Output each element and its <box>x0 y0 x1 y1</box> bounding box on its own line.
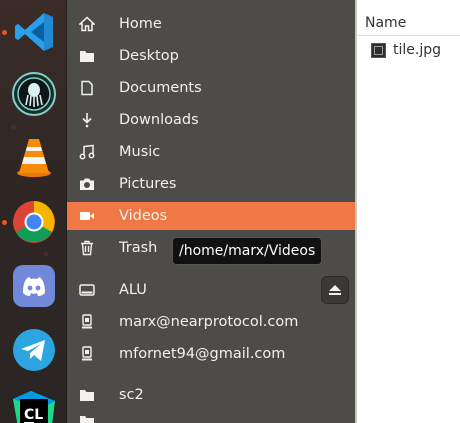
sidebar-item-partial <box>67 413 355 423</box>
sidebar-item-account-near[interactable]: marx@nearprotocol.com <box>67 308 355 336</box>
camera-icon <box>79 176 95 192</box>
sidebar-item-account-gmail[interactable]: mfornet94@gmail.com <box>67 340 355 368</box>
sidebar-item-music[interactable]: Music <box>67 138 355 166</box>
dock-item-gitkraken[interactable] <box>0 62 67 126</box>
sidebar-item-label: Desktop <box>119 48 179 64</box>
video-icon <box>79 208 95 224</box>
account-icon <box>79 314 95 330</box>
file-list-view: Name tile.jpg <box>355 0 460 423</box>
discord-icon <box>12 265 55 307</box>
places-sidebar: Home Desktop Documents Downloads Music P… <box>67 0 355 423</box>
image-file-icon <box>371 42 386 58</box>
folder-icon <box>79 413 95 423</box>
sidebar-item-label: Home <box>119 16 162 32</box>
sidebar-item-label: ALU <box>119 282 147 298</box>
folder-icon <box>79 387 95 403</box>
application-dock: CL <box>0 0 67 423</box>
dock-item-chrome[interactable] <box>0 190 67 254</box>
eject-button[interactable] <box>321 276 349 304</box>
sidebar-item-label: mfornet94@gmail.com <box>119 346 286 362</box>
music-icon <box>79 144 95 160</box>
sidebar-item-alu[interactable]: ALU <box>67 276 355 304</box>
clion-icon: CL <box>12 391 55 423</box>
dock-item-discord[interactable] <box>0 254 67 318</box>
sidebar-item-label: Pictures <box>119 176 177 192</box>
vscode-icon <box>14 13 53 51</box>
sidebar-item-label: sc2 <box>119 387 144 403</box>
running-indicator <box>2 220 7 225</box>
sidebar-item-pictures[interactable]: Pictures <box>67 170 355 198</box>
home-icon <box>79 16 95 32</box>
sidebar-item-documents[interactable]: Documents <box>67 74 355 102</box>
sidebar-item-label: Videos <box>119 208 168 224</box>
eject-icon <box>329 285 341 295</box>
sidebar-item-videos[interactable]: Videos <box>67 202 355 230</box>
sidebar-item-label: marx@nearprotocol.com <box>119 314 299 330</box>
clion-label: CL <box>24 407 43 423</box>
column-header-label: Name <box>365 14 407 31</box>
dock-item-clion[interactable]: CL <box>0 380 67 423</box>
sidebar-item-downloads[interactable]: Downloads <box>67 106 355 134</box>
drive-icon <box>79 282 95 298</box>
file-name: tile.jpg <box>393 42 441 58</box>
sidebar-item-sc2[interactable]: sc2 <box>67 381 355 409</box>
sidebar-item-label: Downloads <box>119 112 199 128</box>
sidebar-item-label: Music <box>119 144 161 160</box>
vlc-icon <box>16 139 51 177</box>
path-tooltip: /home/marx/Videos <box>172 237 323 265</box>
dock-item-vscode[interactable] <box>0 0 67 64</box>
trash-icon <box>79 240 95 256</box>
chrome-icon <box>12 201 55 243</box>
sidebar-item-home[interactable]: Home <box>67 10 355 38</box>
folder-icon <box>79 48 95 64</box>
dock-item-vlc[interactable] <box>0 124 67 188</box>
telegram-icon <box>12 329 55 371</box>
dock-item-telegram[interactable] <box>0 318 67 382</box>
download-icon <box>79 112 95 128</box>
gitkraken-icon <box>11 72 56 116</box>
sidebar-item-label: Trash <box>119 240 158 256</box>
name-column-header[interactable]: Name <box>357 10 460 36</box>
sidebar-item-desktop[interactable]: Desktop <box>67 42 355 70</box>
sidebar-item-label: Documents <box>119 80 202 96</box>
account-icon <box>79 346 95 362</box>
file-row[interactable]: tile.jpg <box>357 37 460 63</box>
document-icon <box>79 80 95 96</box>
running-indicator <box>2 30 7 35</box>
